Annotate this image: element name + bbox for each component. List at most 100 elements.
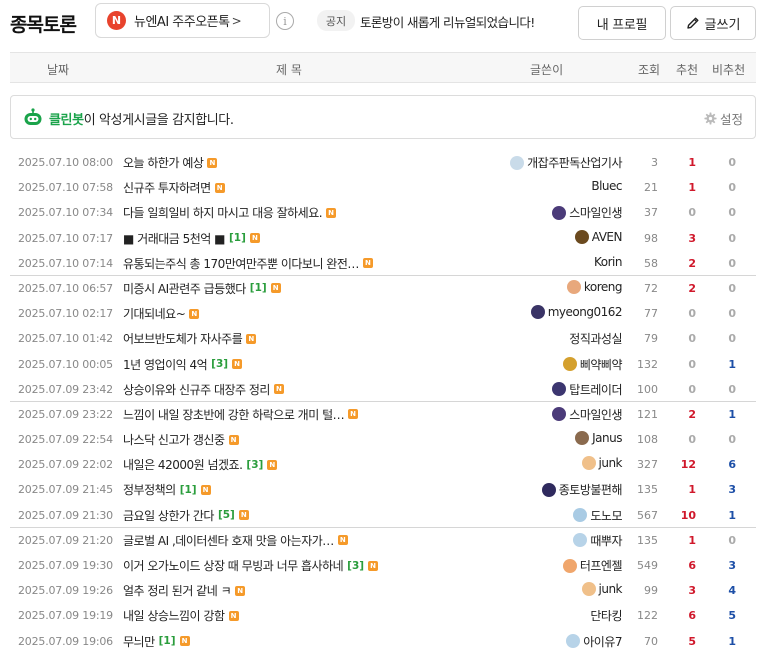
upvote-count: 1 bbox=[688, 483, 696, 497]
table-row[interactable]: 2025.07.10 07:17 ■ 거래대금 5천억 ■ [1] N AVEN 98 3 0 bbox=[10, 226, 756, 251]
column-up: 추천 bbox=[676, 63, 699, 77]
post-title: 느낌이 내일 장초반에 강한 하락으로 개미 털… bbox=[123, 407, 345, 422]
author-link[interactable]: 탑트레이더 bbox=[552, 381, 622, 398]
avatar bbox=[552, 382, 567, 397]
post-title-link[interactable]: 느낌이 내일 장초반에 강한 하락으로 개미 털… N bbox=[123, 406, 359, 423]
view-count: 21 bbox=[644, 181, 658, 195]
downvote-count: 0 bbox=[728, 433, 736, 447]
author-link[interactable]: 삐약삐약 bbox=[562, 356, 623, 373]
author-link[interactable]: 개잡주판독산업기사 bbox=[510, 154, 622, 171]
column-views: 조회 bbox=[638, 63, 661, 77]
view-count: 3 bbox=[651, 156, 658, 169]
view-count: 70 bbox=[644, 634, 658, 648]
author-link[interactable]: 때뿌자 bbox=[573, 532, 622, 549]
write-post-button[interactable]: 글쓰기 bbox=[670, 6, 756, 40]
downvote-count: 0 bbox=[728, 156, 736, 169]
table-row[interactable]: 2025.07.09 19:30 이거 오가노이드 상장 때 무빙과 너무 흡사하… bbox=[10, 553, 756, 578]
upvote-count: 1 bbox=[688, 156, 696, 169]
post-title-link[interactable]: 신규주 투자하려면 N bbox=[123, 179, 225, 196]
author-link[interactable]: 단타킹 bbox=[590, 607, 622, 624]
author-link[interactable]: 도노모 bbox=[573, 507, 622, 524]
chevron-right-icon: > bbox=[231, 13, 242, 28]
cleanbot-settings-button[interactable]: 설정 bbox=[704, 109, 743, 128]
table-row[interactable]: 2025.07.10 01:42 어보브반도체가 자사주를 N 정직과성실 79 0 0 bbox=[10, 326, 756, 351]
my-profile-button[interactable]: 내 프로필 bbox=[578, 6, 666, 40]
author-link[interactable]: Korin bbox=[594, 255, 623, 269]
author-link[interactable]: AVEN bbox=[574, 229, 623, 244]
view-count: 58 bbox=[644, 256, 658, 270]
author-link[interactable]: koreng bbox=[566, 279, 623, 294]
author-link[interactable]: 스마일인생 bbox=[552, 406, 622, 423]
upvote-count: 3 bbox=[688, 231, 696, 245]
post-title-link[interactable]: 미증시 AI관련주 급등했다 [1] N bbox=[123, 280, 281, 297]
post-title-link[interactable]: 글로벌 AI ,데이터센타 호재 맛을 아는자가… N bbox=[123, 532, 348, 549]
new-badge-icon: N bbox=[267, 459, 278, 470]
post-title-link[interactable]: 얼추 정리 된거 같네 ㅋN bbox=[123, 582, 246, 599]
new-badge-icon: N bbox=[228, 434, 239, 445]
column-author: 글쓴이 bbox=[530, 63, 564, 77]
post-title-link[interactable]: 이거 오가노이드 상장 때 무빙과 너무 흡사하네 [3] N bbox=[123, 557, 379, 574]
author-link[interactable]: Bluec bbox=[591, 179, 622, 193]
post-title-link[interactable]: 무늬만 [1] N bbox=[123, 633, 190, 650]
table-row[interactable]: 2025.07.09 23:22 느낌이 내일 장초반에 강한 하락으로 개미 털… bbox=[10, 402, 756, 427]
notice-link[interactable]: 토론방이 새롭게 리뉴얼되었습니다! bbox=[360, 12, 535, 31]
table-row[interactable]: 2025.07.09 19:19 내일 상승느낌이 강함 N 단타킹 122 6 5 bbox=[10, 603, 756, 628]
table-row[interactable]: 2025.07.10 00:05 1년 영업이익 4억 [3] N 삐약삐약 132 0 1 bbox=[10, 352, 756, 377]
post-title-link[interactable]: ■ 거래대금 5천억 ■ [1] N bbox=[123, 230, 260, 247]
post-title-link[interactable]: 금요일 상한가 간다 [5] N bbox=[123, 507, 249, 524]
settings-label: 설정 bbox=[719, 112, 743, 127]
post-date: 2025.07.09 23:42 bbox=[18, 382, 113, 396]
table-row[interactable]: 2025.07.10 02:17 기대되네요~ Nmyeong0162 77 0 0 bbox=[10, 301, 756, 326]
table-row[interactable]: 2025.07.09 19:06 무늬만 [1] N 아이유7 70 5 1 bbox=[10, 629, 756, 654]
author-link[interactable]: junk bbox=[581, 582, 622, 597]
post-title-link[interactable]: 1년 영업이익 4억 [3] N bbox=[123, 356, 243, 373]
table-row[interactable]: 2025.07.10 07:58 신규주 투자하려면 N Bluec 21 1 0 bbox=[10, 175, 756, 200]
downvote-count: 0 bbox=[728, 256, 736, 270]
table-row[interactable]: 2025.07.09 22:54 나스닥 신고가 갱신중 N Janus 108 0 0 bbox=[10, 427, 756, 452]
table-row[interactable]: 2025.07.10 06:57 미증시 AI관련주 급등했다 [1] Nkoreng… bbox=[10, 276, 756, 301]
author-link[interactable]: myeong0162 bbox=[530, 305, 623, 320]
downvote-count: 1 bbox=[728, 634, 736, 648]
post-date: 2025.07.09 22:54 bbox=[18, 433, 113, 447]
table-row[interactable]: 2025.07.09 23:42 상승이유와 신규주 대장주 정리 N 탑트레이더 10… bbox=[10, 377, 756, 402]
post-title-link[interactable]: 유통되는주식 총 170만여만주뿐 이다보니 완전… N bbox=[123, 255, 373, 272]
author-link[interactable]: 스마일인생 bbox=[552, 204, 622, 221]
stock-logo-icon: N bbox=[107, 11, 126, 30]
table-row[interactable]: 2025.07.10 08:00 오늘 하한가 예상 N 개잡주판독산업기사 3 1 0 bbox=[10, 150, 756, 175]
author-name: myeong0162 bbox=[547, 305, 623, 320]
cleanbot-message: 클린봇이 악성게시글을 감지합니다. bbox=[49, 109, 234, 128]
downvote-count: 0 bbox=[728, 382, 736, 396]
author-link[interactable]: 터프엔젤 bbox=[562, 557, 623, 574]
post-title-link[interactable]: 다들 일희일비 하지 마시고 대응 잘하세요. N bbox=[123, 204, 337, 221]
upvote-count: 1 bbox=[688, 181, 696, 195]
table-row[interactable]: 2025.07.09 21:20 글로벌 AI ,데이터센타 호재 맛을 아는자가… bbox=[10, 528, 756, 553]
post-title-link[interactable]: 내일은 42000원 넘겠죠. [3] N bbox=[123, 456, 278, 473]
info-icon[interactable]: i bbox=[276, 12, 294, 30]
table-row[interactable]: 2025.07.09 21:30 금요일 상한가 간다 [5] N 도노모 567 10 1 bbox=[10, 503, 756, 528]
upvote-count: 1 bbox=[688, 533, 696, 547]
new-badge-icon: N bbox=[326, 207, 337, 218]
post-title-link[interactable]: 상승이유와 신규주 대장주 정리 N bbox=[123, 381, 284, 398]
post-title-link[interactable]: 나스닥 신고가 갱신중 N bbox=[123, 431, 239, 448]
upvote-count: 0 bbox=[688, 307, 696, 321]
table-row[interactable]: 2025.07.10 07:34 다들 일희일비 하지 마시고 대응 잘하세요. N… bbox=[10, 200, 756, 225]
author-link[interactable]: Janus bbox=[575, 431, 622, 446]
table-row[interactable]: 2025.07.09 22:02 내일은 42000원 넘겠죠. [3] Njunk 3… bbox=[10, 452, 756, 477]
post-title: 미증시 AI관련주 급등했다 bbox=[123, 281, 246, 296]
post-title-link[interactable]: 기대되네요~ N bbox=[123, 305, 200, 322]
post-title-link[interactable]: 내일 상승느낌이 강함 N bbox=[123, 607, 239, 624]
post-title-link[interactable]: 오늘 하한가 예상 N bbox=[123, 154, 218, 171]
author-link[interactable]: 정직과성실 bbox=[569, 330, 622, 347]
column-down: 비추천 bbox=[712, 63, 746, 77]
stock-selector-button[interactable]: N 뉴엔AI 주주오픈톡 > bbox=[95, 3, 270, 38]
author-name: AVEN bbox=[591, 229, 623, 244]
table-row[interactable]: 2025.07.09 19:26 얼추 정리 된거 같네 ㅋ Njunk 99 3 4 bbox=[10, 578, 756, 603]
author-link[interactable]: junk bbox=[581, 456, 622, 471]
author-link[interactable]: 아이유7 bbox=[566, 633, 622, 650]
post-title-link[interactable]: 어보브반도체가 자사주를 N bbox=[123, 330, 257, 347]
author-link[interactable]: 종토방불편해 bbox=[541, 481, 623, 498]
table-row[interactable]: 2025.07.09 21:45 정부정책의 [1] N 종토방불편해 135 1 3 bbox=[10, 477, 756, 502]
table-row[interactable]: 2025.07.10 07:14 유통되는주식 총 170만여만주뿐 이다보니 완… bbox=[10, 251, 756, 276]
post-title-link[interactable]: 정부정책의 [1] N bbox=[123, 481, 211, 498]
post-title: 내일 상승느낌이 강함 bbox=[123, 609, 225, 624]
